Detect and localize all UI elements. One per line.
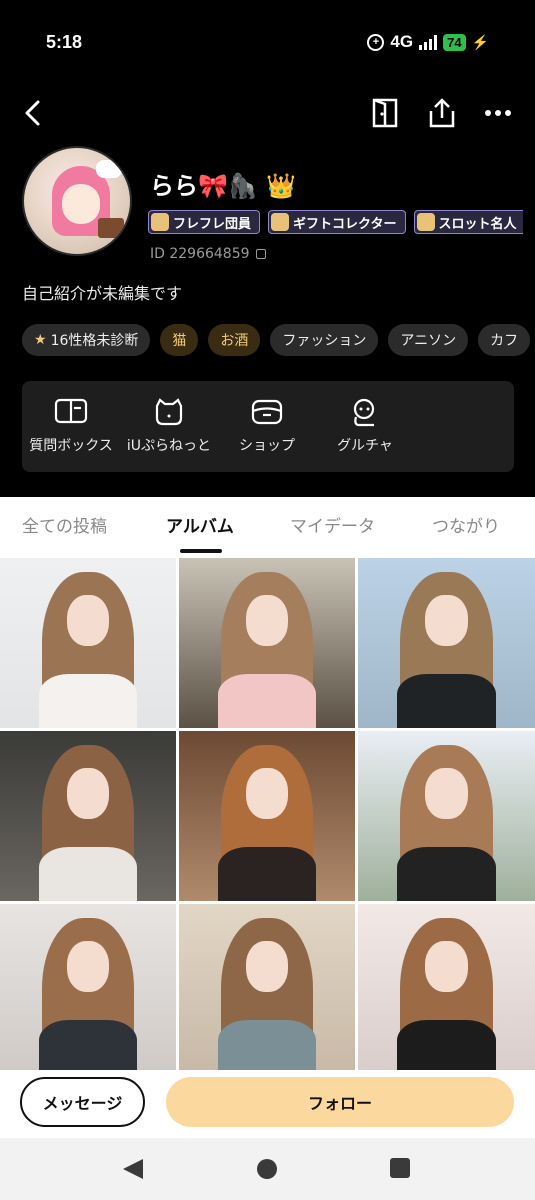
nav-back-icon[interactable] — [121, 1158, 145, 1180]
system-nav-bar — [0, 1138, 535, 1200]
profile-name: らら🎀🦍 👑 — [150, 172, 297, 200]
nav-home-icon[interactable] — [256, 1158, 278, 1180]
network-type: 4G — [390, 32, 414, 51]
tag-chip[interactable]: お酒 — [208, 324, 261, 356]
badge-item[interactable]: ギフトコレクター — [268, 210, 406, 234]
tab-my-data[interactable]: マイデータ — [290, 512, 375, 537]
tag-chip[interactable]: 猫 — [160, 324, 199, 356]
tab-connections[interactable]: つながり — [432, 512, 500, 537]
tag-chip[interactable]: アニソン — [388, 324, 469, 356]
badge-item[interactable]: フレフレ団員 — [148, 210, 261, 234]
album-photo[interactable] — [179, 731, 355, 901]
share-icon[interactable] — [425, 96, 459, 130]
nav-recents-icon[interactable] — [390, 1158, 410, 1178]
back-icon[interactable] — [18, 98, 48, 128]
tag-chip[interactable]: カフ — [478, 324, 531, 356]
feature-group-chat[interactable]: グルチャ — [316, 381, 414, 472]
status-time: 5:18 — [46, 32, 83, 52]
follow-button[interactable]: フォロー — [166, 1077, 514, 1127]
tag-list: ★ 16性格未診断 猫 お酒 ファッション アニソン カフ — [22, 324, 535, 356]
status-right: + 4G 74 ⚡ — [367, 32, 489, 52]
profile-tabs: 全ての投稿 アルバム マイデータ つながり — [0, 512, 535, 552]
battery-level: 74 — [443, 33, 466, 51]
badge-icon — [151, 213, 169, 231]
album-photo[interactable] — [0, 731, 176, 901]
avatar[interactable] — [22, 146, 132, 256]
album-photo[interactable] — [0, 904, 176, 1070]
gift-icon — [271, 213, 290, 231]
album-photo[interactable] — [358, 558, 535, 728]
album-grid — [0, 558, 535, 1070]
signal-icon — [419, 34, 438, 50]
medal-icon — [416, 213, 435, 231]
album-photo[interactable] — [179, 904, 355, 1070]
album-photo[interactable] — [0, 558, 176, 728]
tab-album[interactable]: アルバム — [166, 512, 234, 537]
feature-panel: 質問ボックス iUぷらねっと ショップ グルチャ — [22, 381, 514, 472]
door-icon[interactable] — [368, 96, 402, 130]
group-chat-icon — [347, 397, 383, 427]
data-saver-icon: + — [367, 33, 385, 51]
user-id[interactable]: ID 229664859 — [150, 246, 266, 262]
shop-icon — [249, 397, 285, 427]
badge-list: フレフレ団員 ギフトコレクター スロット名人 — [148, 210, 523, 234]
copy-icon[interactable] — [255, 249, 266, 259]
star-icon: ★ — [34, 332, 47, 348]
feature-shop[interactable]: ショップ — [218, 381, 316, 472]
status-bar: 5:18 + 4G 74 ⚡ — [0, 30, 535, 60]
album-photo[interactable] — [358, 904, 535, 1070]
feature-planet[interactable]: iUぷらねっと — [120, 381, 218, 472]
tab-indicator — [180, 549, 222, 553]
tag-chip[interactable]: ★ 16性格未診断 — [22, 324, 151, 356]
tag-chip[interactable]: ファッション — [270, 324, 379, 356]
feature-question-box[interactable]: 質問ボックス — [22, 381, 120, 472]
album-photo[interactable] — [358, 731, 535, 901]
tab-all-posts[interactable]: 全ての投稿 — [22, 512, 107, 537]
album-photo[interactable] — [179, 558, 355, 728]
badge-item[interactable]: スロット名人 — [413, 210, 523, 234]
profile-header: 5:18 + 4G 74 ⚡ らら🎀🦍 👑 フレフレ団員 ギフトコレクター スロ… — [0, 0, 535, 497]
charging-icon: ⚡ — [471, 33, 489, 50]
message-button[interactable]: メッセージ — [20, 1077, 145, 1127]
question-box-icon — [53, 397, 89, 427]
bio-text: 自己紹介が未編集です — [22, 284, 183, 303]
planet-icon — [151, 397, 187, 427]
action-bar: メッセージ フォロー — [0, 1070, 535, 1134]
more-icon[interactable] — [481, 96, 515, 130]
